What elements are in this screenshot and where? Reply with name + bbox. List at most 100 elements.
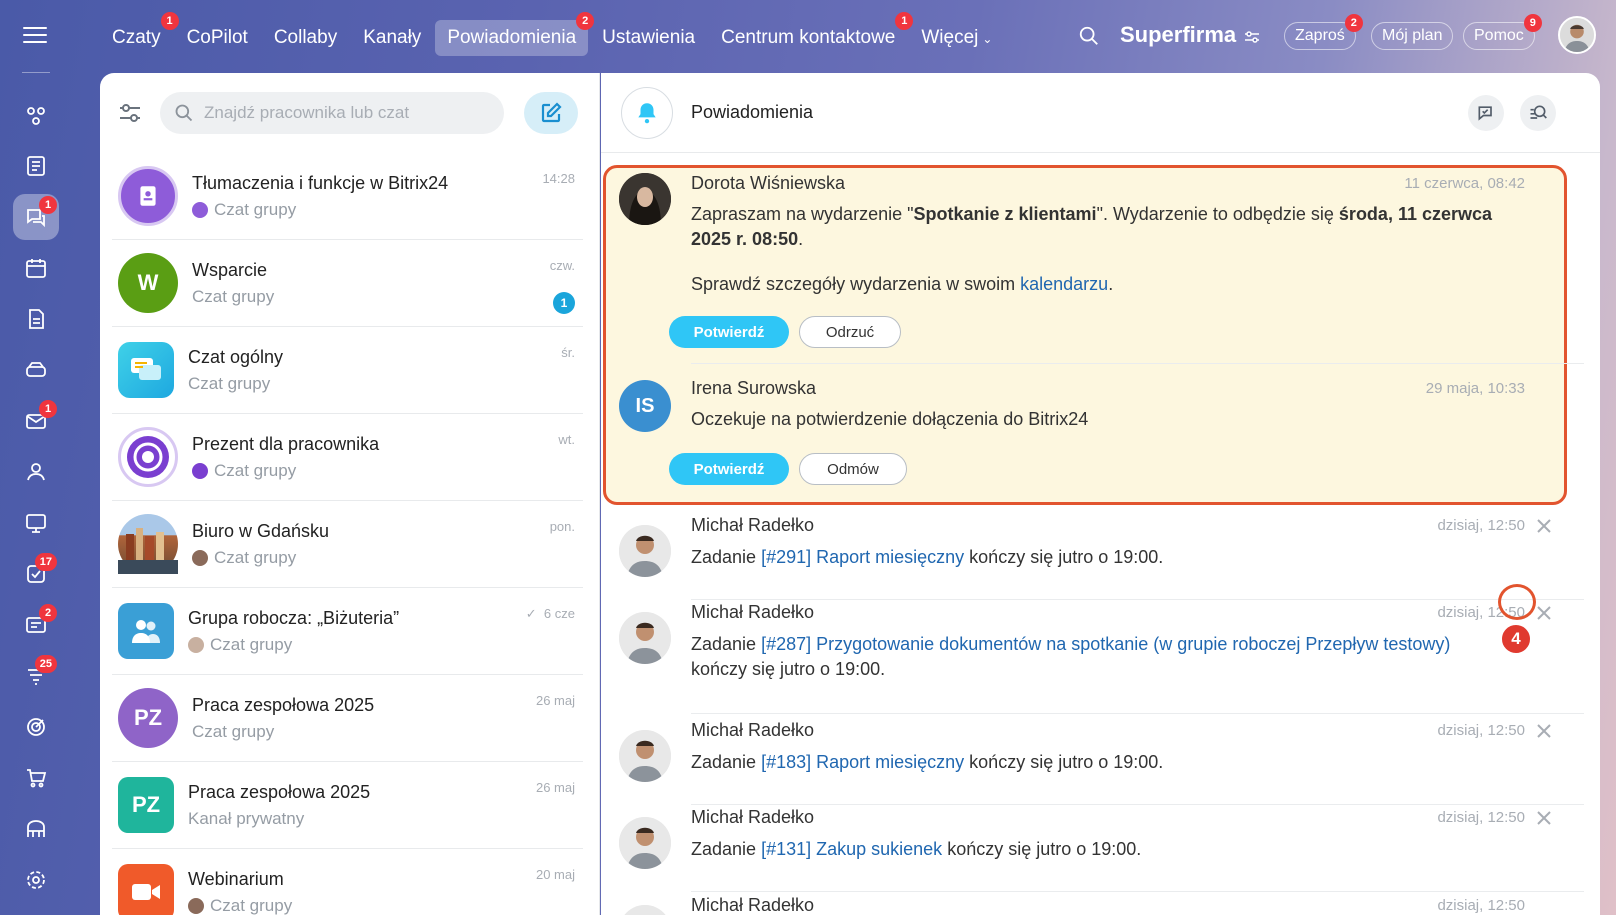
rail-sites-icon[interactable] [13, 806, 59, 852]
search-notifications-button[interactable] [1520, 95, 1556, 131]
tab-notifications[interactable]: Powiadomienia 2 [435, 12, 595, 56]
menu-icon[interactable] [23, 27, 47, 45]
task-link[interactable]: [#183] Raport miesięczny [761, 752, 964, 772]
chat-time: 26 maj [535, 693, 575, 708]
notification-time: dzisiaj, 12:50 [1437, 722, 1525, 739]
chat-list-item[interactable]: PZ Praca zespołowa 2025 Czat grupy 26 ma… [112, 675, 583, 762]
chat-subtitle: Czat grupy [192, 721, 275, 741]
compose-icon [541, 102, 562, 123]
divider [691, 891, 1584, 892]
rail-settings-icon[interactable] [13, 857, 59, 903]
step-callout-4: 4 [1500, 623, 1532, 655]
help-button[interactable]: Pomoc 9 [1463, 14, 1542, 50]
chat-avatar [118, 514, 178, 574]
chat-list-item[interactable]: Czat ogólny Czat grupy śr. [112, 327, 583, 414]
rail-mail-badge: 1 [39, 400, 57, 418]
rail-chats-icon[interactable]: 1 [13, 194, 59, 240]
chat-title: Prezent dla pracownika [192, 433, 380, 454]
search-icon [175, 104, 193, 122]
chevron-down-icon: ⌄ [982, 32, 993, 46]
chat-list-item[interactable]: PZ Praca zespołowa 2025 Kanał prywatny 2… [112, 762, 583, 849]
chat-list-item[interactable]: Biuro w Gdańsku Czat grupy pon. [112, 501, 583, 588]
tab-more[interactable]: Więcej ⌄ [909, 20, 1004, 56]
rail-news-icon[interactable]: 2 [13, 602, 59, 648]
chat-title: Praca zespołowa 2025 [192, 694, 375, 715]
sender-name: Irena Surowska [691, 378, 817, 398]
rail-feed-icon[interactable] [13, 143, 59, 189]
search-list-icon [1530, 105, 1547, 119]
notification-item: Michał Radełko dzisiaj, 12:50 [601, 893, 1571, 915]
avatar [619, 612, 671, 664]
chat-time: śr. [561, 345, 575, 360]
rail-crm-icon[interactable]: 25 [13, 653, 59, 699]
notification-item: Dorota Wiśniewska 11 czerwca, 08:42 Zapr… [601, 173, 1571, 363]
tab-chats[interactable]: Czaty 1 [100, 12, 179, 56]
user-mini-avatar [192, 549, 208, 566]
task-link[interactable]: [#131] Zakup sukienek [761, 839, 942, 859]
chat-list-item[interactable]: W Wsparcie Czat grupy czw. 1 [112, 240, 583, 327]
rail-employees-icon[interactable] [13, 449, 59, 495]
rail-collab-icon[interactable] [13, 93, 59, 139]
confirm-button[interactable]: Potwierdź [669, 316, 789, 348]
chat-time: czw. [549, 258, 575, 273]
rail-target-icon[interactable] [13, 704, 59, 750]
filter-icon[interactable] [116, 99, 144, 127]
calendar-link[interactable]: kalendarzu [1020, 274, 1108, 294]
task-link[interactable]: [#287] Przygotowanie dokumentów na spotk… [761, 634, 1450, 654]
tab-settings[interactable]: Ustawienia [590, 20, 707, 56]
chat-avatar [118, 166, 178, 226]
confirm-button[interactable]: Potwierdź [669, 453, 789, 485]
tab-copilot[interactable]: CoPilot [175, 20, 260, 56]
chat-list-item[interactable]: Tłumaczenia i funkcje w Bitrix24 Czat gr… [112, 153, 583, 240]
chat-avatar [118, 603, 174, 659]
task-link[interactable]: [#291] Raport miesięczny [761, 547, 964, 567]
chat-avatar: W [118, 253, 178, 313]
close-icon[interactable] [1533, 602, 1555, 624]
chat-search-input[interactable] [204, 103, 484, 123]
notification-time: dzisiaj, 12:50 [1437, 897, 1525, 914]
rail-shop-icon[interactable] [13, 755, 59, 801]
rail-mail-icon[interactable]: 1 [13, 398, 59, 444]
notification-item: Michał Radełko dzisiaj, 12:50 Zadanie [#… [601, 513, 1571, 599]
user-avatar[interactable] [1558, 16, 1596, 54]
tab-contact-center[interactable]: Centrum kontaktowe 1 [709, 12, 914, 56]
my-plan-button[interactable]: Mój plan [1371, 22, 1454, 50]
search-icon[interactable] [1078, 25, 1100, 47]
brand-settings-icon[interactable] [1244, 30, 1260, 44]
help-badge: 9 [1523, 14, 1542, 32]
rail-board-icon[interactable] [13, 500, 59, 546]
notification-text: Zadanie [#291] Raport miesięczny kończy … [691, 547, 1164, 567]
close-button-highlight [1498, 584, 1536, 620]
chat-list-item[interactable]: Prezent dla pracownika Czat grupy wt. [112, 414, 583, 501]
company-name[interactable]: Superfirma [1120, 22, 1236, 48]
sender-name: Michał Radełko [691, 807, 815, 827]
group-users-icon [132, 620, 160, 643]
rail-chats-badge: 1 [39, 196, 57, 214]
divider [691, 713, 1584, 714]
close-icon[interactable] [1533, 515, 1555, 537]
rail-feed-badge: 2 [39, 604, 57, 622]
rail-tasks-icon[interactable]: 17 [13, 551, 59, 597]
tab-channels[interactable]: Kanały [351, 20, 433, 56]
reject-button[interactable]: Odmów [799, 453, 907, 485]
rail-drive-icon[interactable] [13, 347, 59, 393]
notification-text: Zadanie [#131] Zakup sukienek kończy się… [691, 839, 1142, 859]
close-icon[interactable] [1533, 807, 1555, 829]
reject-button[interactable]: Odrzuć [799, 316, 901, 348]
rail-docs-icon[interactable] [13, 296, 59, 342]
invite-button[interactable]: Zaproś 2 [1284, 14, 1363, 50]
new-chat-button[interactable] [524, 92, 578, 134]
notification-item: IS Irena Surowska 29 maja, 10:33 Oczekuj… [601, 378, 1571, 488]
chat-list-item[interactable]: Grupa robocza: „Biżuteria” Czat grupy ✓ … [112, 588, 583, 675]
sender-name: Michał Radełko [691, 720, 815, 740]
tab-collaby[interactable]: Collaby [262, 20, 349, 56]
close-icon[interactable] [1533, 720, 1555, 742]
rail-calendar-icon[interactable] [13, 245, 59, 291]
chat-list-item[interactable]: Webinarium Czat grupy 20 maj [112, 849, 583, 915]
group-icon [192, 462, 208, 479]
chat-avatar [118, 864, 174, 915]
sender-name: Michał Radełko [691, 602, 815, 622]
chat-replies-button[interactable] [1468, 95, 1504, 131]
chat-search[interactable] [160, 92, 504, 134]
notification-time: dzisiaj, 12:50 [1437, 517, 1525, 534]
